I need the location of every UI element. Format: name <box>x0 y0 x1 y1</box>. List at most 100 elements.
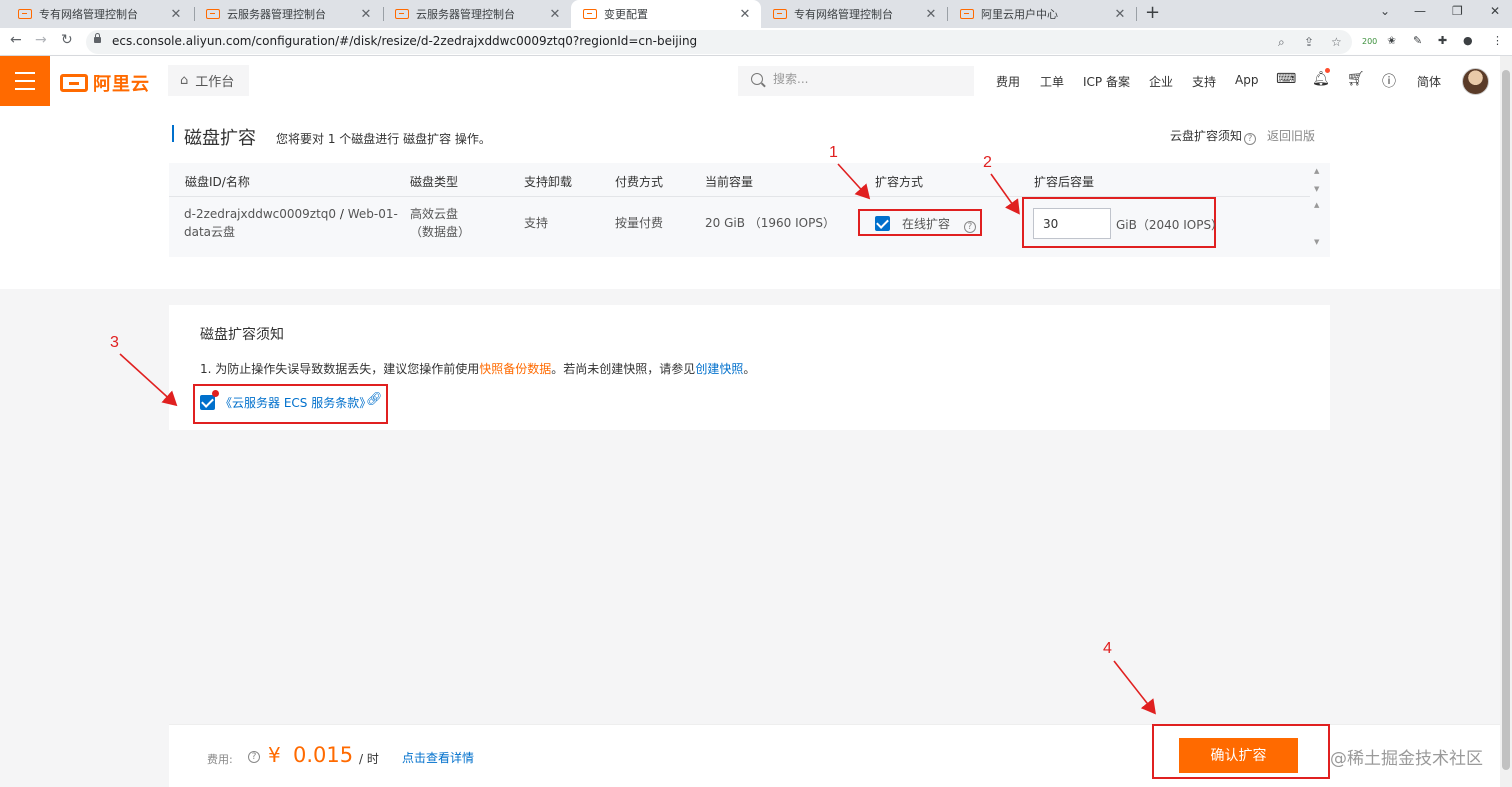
table-header: 磁盘ID/名称 磁盘类型 支持卸载 付费方式 当前容量 扩容方式 扩容后容量 <box>169 163 1310 197</box>
restore-icon[interactable]: ❐ <box>1452 4 1463 18</box>
browser-tab[interactable]: 专有网络管理控制台 ✕ <box>6 0 192 28</box>
column-header: 磁盘类型 <box>410 175 459 189</box>
resize-notice-link[interactable]: 云盘扩容须知? <box>1170 127 1257 145</box>
new-tab-icon[interactable]: + <box>1145 2 1160 23</box>
window-close-icon[interactable]: ✕ <box>1490 4 1500 18</box>
help-circle-icon[interactable]: ⓘ <box>1382 71 1396 91</box>
tab-title: 云服务器管理控制台 <box>227 8 326 21</box>
menu-bar <box>15 88 35 90</box>
link-icon[interactable]: 🔗︎ <box>366 392 383 407</box>
close-icon[interactable]: ✕ <box>358 7 374 22</box>
nav-icp[interactable]: ICP 备案 <box>1083 73 1130 90</box>
annotation-arrow <box>1113 660 1156 715</box>
question-icon[interactable]: ? <box>248 751 260 763</box>
aliyun-logo-icon <box>60 74 88 92</box>
address-bar[interactable]: ecs.console.aliyun.com/configuration/#/d… <box>86 30 1352 54</box>
table-scrollbar[interactable]: ▲ ▼ ▲ ▼ <box>1310 163 1330 257</box>
column-header: 扩容方式 <box>875 175 924 189</box>
nav-ticket[interactable]: 工单 <box>1040 73 1064 90</box>
disk-type-cell: 高效云盘 （数据盘） <box>410 205 470 241</box>
star-extension-icon[interactable]: ✬ <box>1387 34 1396 47</box>
nav-support[interactable]: 支持 <box>1192 73 1216 90</box>
required-dot <box>212 390 219 397</box>
extension-badge[interactable]: 200 <box>1362 37 1377 46</box>
scroll-down-icon[interactable]: ▼ <box>1314 185 1319 193</box>
scrollbar-thumb[interactable] <box>1502 70 1510 770</box>
tab-title: 变更配置 <box>604 8 648 21</box>
hamburger-menu-button[interactable] <box>0 56 50 106</box>
puzzle-extension-icon[interactable]: ✚ <box>1438 34 1447 47</box>
agreement-checkbox[interactable] <box>200 395 215 410</box>
browser-tab[interactable]: 阿里云用户中心 ✕ <box>948 0 1136 28</box>
profile-icon[interactable]: ● <box>1463 34 1473 47</box>
share-icon[interactable]: ⇪ <box>1304 35 1314 49</box>
back-icon[interactable]: ← <box>10 32 22 48</box>
nav-billing[interactable]: 费用 <box>996 73 1020 90</box>
snapshot-backup-link[interactable]: 快照备份数据 <box>479 362 551 376</box>
close-icon[interactable]: ✕ <box>923 7 939 22</box>
grammar-extension-icon[interactable]: ✎ <box>1413 34 1422 47</box>
column-header: 磁盘ID/名称 <box>185 175 250 189</box>
avatar[interactable] <box>1462 68 1489 95</box>
search-icon <box>751 73 763 85</box>
workbench-button[interactable]: ⌂ 工作台 <box>168 65 249 96</box>
new-capacity-input[interactable] <box>1033 208 1111 239</box>
aliyun-favicon-icon <box>773 9 787 19</box>
id-name-separator: / <box>339 207 344 221</box>
notification-dot <box>1325 68 1330 73</box>
aliyun-favicon-icon <box>18 9 32 19</box>
column-header: 扩容后容量 <box>1034 175 1095 189</box>
close-icon[interactable]: ✕ <box>547 7 563 22</box>
reload-icon[interactable]: ↻ <box>61 32 73 48</box>
page-title: 磁盘扩容 <box>184 128 256 149</box>
browser-tab[interactable]: 云服务器管理控制台 ✕ <box>383 0 571 28</box>
search-box[interactable] <box>738 66 974 96</box>
close-icon[interactable]: ✕ <box>1112 7 1128 22</box>
url-text[interactable]: ecs.console.aliyun.com/configuration/#/d… <box>112 34 697 48</box>
scroll-up-icon[interactable]: ▲ <box>1314 167 1319 175</box>
create-snapshot-link[interactable]: 创建快照 <box>695 362 743 376</box>
question-icon[interactable]: ? <box>963 221 976 233</box>
menu-bar <box>15 80 35 82</box>
browser-tab[interactable]: 云服务器管理控制台 ✕ <box>194 0 382 28</box>
forward-icon[interactable]: → <box>35 32 47 48</box>
logo-text: 阿里云 <box>93 74 150 95</box>
close-icon[interactable]: ✕ <box>168 7 184 22</box>
language-switch[interactable]: 简体 <box>1417 73 1441 90</box>
search-input[interactable] <box>773 72 953 86</box>
browser-menu-icon[interactable]: ⋮ <box>1492 34 1503 47</box>
bookmark-star-icon[interactable]: ☆ <box>1331 35 1342 49</box>
browser-tab-strip: 专有网络管理控制台 ✕ 云服务器管理控制台 ✕ 云服务器管理控制台 ✕ 变更配置… <box>0 0 1512 28</box>
fee-detail-link[interactable]: 点击查看详情 <box>402 749 474 766</box>
online-resize-text: 在线扩容 <box>902 217 951 231</box>
scroll-up-icon[interactable]: ▲ <box>1314 201 1319 209</box>
tab-search-chevron-icon[interactable]: ⌄ <box>1380 4 1390 18</box>
online-resize-checkbox[interactable] <box>875 216 890 231</box>
annotation-number: 1 <box>829 144 838 161</box>
nav-enterprise[interactable]: 企业 <box>1149 73 1173 90</box>
bell-icon[interactable]: 🔔︎ <box>1312 71 1330 87</box>
aliyun-logo[interactable]: 阿里云 <box>60 70 150 96</box>
tab-title: 阿里云用户中心 <box>981 8 1058 21</box>
fee-amount: 0.015 <box>293 743 354 767</box>
close-icon[interactable]: ✕ <box>737 7 753 22</box>
browser-tab-active[interactable]: 变更配置 ✕ <box>571 0 761 28</box>
page-scrollbar[interactable] <box>1500 56 1512 787</box>
browser-toolbar: ← → ↻ ecs.console.aliyun.com/configurati… <box>0 28 1512 56</box>
aliyun-favicon-icon <box>583 9 597 19</box>
notice-text-suffix: 。 <box>743 362 756 376</box>
zoom-icon[interactable]: ⌕ <box>1278 35 1285 50</box>
confirm-resize-button[interactable]: 确认扩容 <box>1179 738 1298 773</box>
cart-icon[interactable]: 🛒︎ <box>1347 71 1365 87</box>
ecs-terms-link[interactable]: 《云服务器 ECS 服务条款》 <box>220 394 371 411</box>
browser-tab[interactable]: 专有网络管理控制台 ✕ <box>761 0 947 28</box>
title-accent-bar <box>172 125 174 142</box>
return-old-version-link[interactable]: 返回旧版 <box>1267 127 1315 144</box>
aliyun-favicon-icon <box>960 9 974 19</box>
disk-name-cont: data云盘 <box>184 225 236 239</box>
scroll-down-icon[interactable]: ▼ <box>1314 238 1319 246</box>
cloud-shell-icon[interactable]: ⌨ <box>1276 71 1296 87</box>
minimize-icon[interactable]: — <box>1414 4 1426 18</box>
nav-app[interactable]: App <box>1235 73 1258 87</box>
column-header: 支持卸载 <box>524 175 573 189</box>
